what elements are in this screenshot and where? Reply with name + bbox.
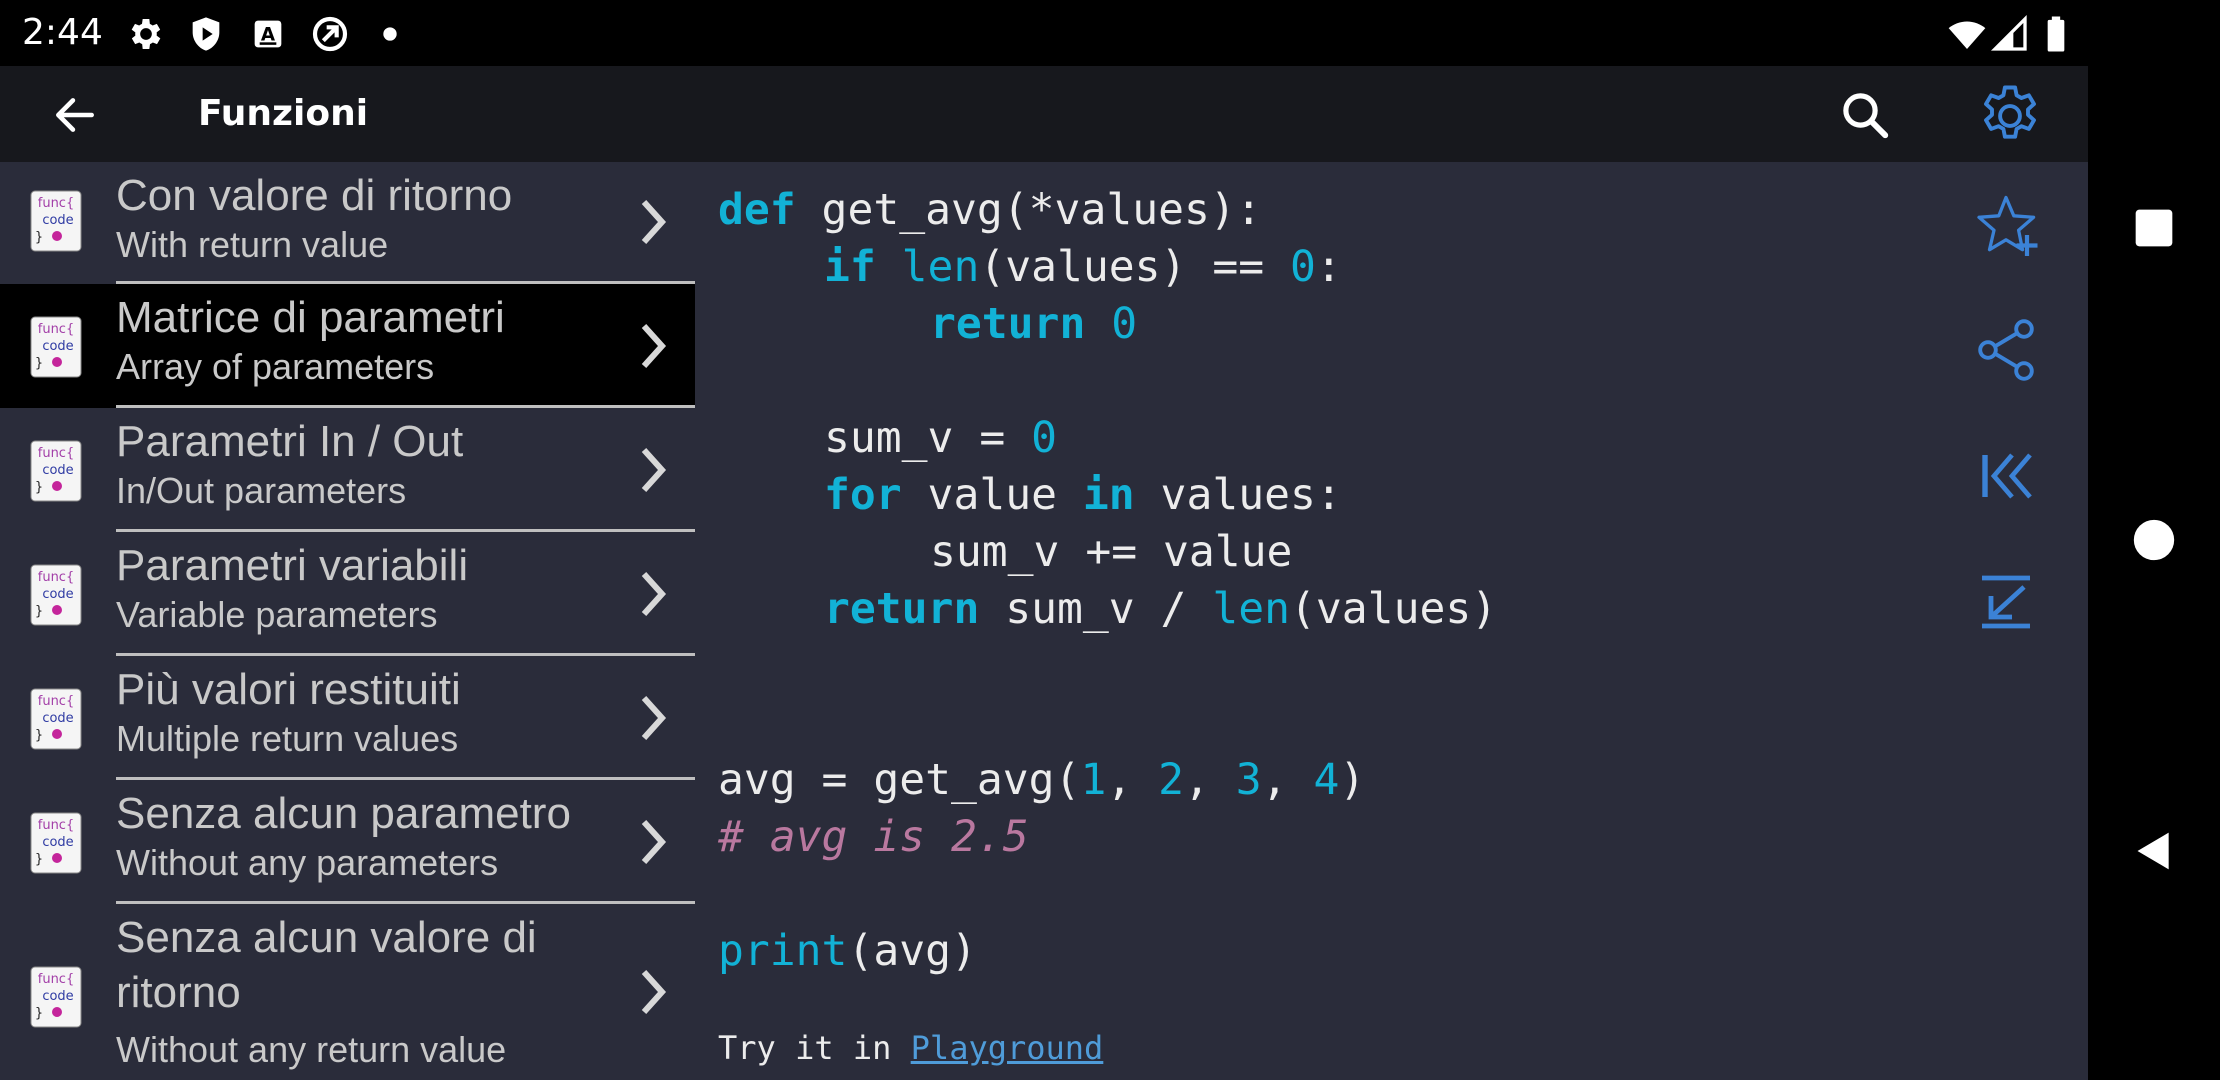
topic-list: func{ code } Con valore di ritorno With … — [0, 162, 695, 1080]
topic-title: Senza alcun parametro — [116, 789, 571, 838]
topic-subtitle: Without any return value — [116, 1029, 507, 1070]
svg-text:code: code — [42, 587, 73, 602]
topic-title: Parametri variabili — [116, 541, 469, 590]
code-line: def get_avg(*values): — [718, 185, 1262, 235]
code-line: return sum_v / len(values) — [824, 584, 1498, 634]
page-title: Funzioni — [198, 93, 369, 134]
func-code-icon: func{ code } — [30, 966, 82, 1028]
try-it-line: Try it in Playground — [718, 1029, 1104, 1067]
func-code-icon: func{ code } — [30, 564, 82, 626]
topic-title: Senza alcun valore di ritorno — [116, 913, 537, 1017]
topic-title: Matrice di parametri — [116, 293, 505, 342]
svg-text:code: code — [42, 835, 73, 850]
topic-title: Con valore di ritorno — [116, 171, 513, 220]
func-code-icon: func{ code } — [30, 440, 82, 502]
svg-text:func{: func{ — [38, 694, 74, 709]
code-line: print(avg) — [718, 926, 977, 976]
system-nav-bar — [2088, 0, 2220, 1080]
svg-text:}: } — [35, 356, 43, 371]
signal-icon — [1990, 14, 2027, 51]
topic-title: Più valori restituiti — [116, 665, 461, 714]
chevron-right-icon — [641, 969, 667, 1015]
svg-text:func{: func{ — [38, 570, 74, 585]
svg-text:code: code — [42, 989, 73, 1004]
topic-item-array-of-parameters[interactable]: func{ code } Matrice di parametri Array … — [0, 284, 695, 408]
dot-icon — [383, 27, 397, 41]
topic-item-with-return-value[interactable]: func{ code } Con valore di ritorno With … — [0, 162, 695, 284]
sync-icon — [312, 16, 348, 52]
svg-text:func{: func{ — [38, 818, 74, 833]
star-add-icon[interactable] — [1970, 190, 2042, 262]
chevron-right-icon — [641, 695, 667, 741]
topic-item-without-any-return-value[interactable]: func{ code } Senza alcun valore di ritor… — [0, 904, 695, 1080]
code-line: for value in values: — [824, 470, 1342, 520]
settings-icon — [131, 19, 161, 49]
func-code-icon: func{ code } — [30, 190, 82, 252]
topic-subtitle: Array of parameters — [116, 346, 435, 387]
topic-title: Parametri In / Out — [116, 417, 464, 466]
shield-play-icon — [192, 17, 220, 51]
collapse-icon[interactable] — [1970, 566, 2042, 638]
status-bar: 2:44 A — [0, 0, 2088, 66]
content-area: func{ code } Con valore di ritorno With … — [0, 162, 2088, 1080]
chevron-right-icon — [641, 323, 667, 369]
svg-text:func{: func{ — [38, 322, 74, 337]
svg-text:func{: func{ — [38, 196, 74, 211]
svg-text:}: } — [35, 1006, 43, 1021]
chevron-right-icon — [641, 199, 667, 245]
back-triangle-icon[interactable] — [2132, 826, 2176, 876]
chevron-right-icon — [641, 819, 667, 865]
battery-icon — [2047, 16, 2065, 52]
gear-icon[interactable] — [1974, 80, 2046, 152]
code-line: if len(values) == 0: — [824, 242, 1342, 292]
func-code-icon: func{ code } — [30, 316, 82, 378]
playground-link[interactable]: Playground — [911, 1029, 1104, 1067]
svg-text:}: } — [35, 230, 43, 245]
status-time: 2:44 — [22, 12, 103, 53]
chevron-right-icon — [641, 571, 667, 617]
svg-text:func{: func{ — [38, 446, 74, 461]
svg-text:code: code — [42, 339, 73, 354]
topic-item-variable-parameters[interactable]: func{ code } Parametri variabili Variabl… — [0, 532, 695, 656]
chevron-right-icon — [641, 447, 667, 493]
code-comment: # avg is 2.5 — [718, 812, 1029, 862]
app-toolbar: Funzioni — [0, 66, 2088, 162]
topic-item-in-out-parameters[interactable]: func{ code } Parametri In / Out In/Out p… — [0, 408, 695, 532]
code-viewer: def get_avg(*values): if len(values) == … — [718, 162, 1938, 1080]
svg-text:func{: func{ — [38, 972, 74, 987]
share-icon[interactable] — [1970, 314, 2042, 386]
code-line: return 0 — [930, 299, 1138, 349]
svg-text:code: code — [42, 711, 73, 726]
topic-item-multiple-return-values[interactable]: func{ code } Più valori restituiti Multi… — [0, 656, 695, 780]
arrow-left-icon[interactable] — [50, 90, 100, 140]
svg-text:}: } — [35, 604, 43, 619]
topic-subtitle: Variable parameters — [116, 594, 438, 635]
svg-text:}: } — [35, 480, 43, 495]
topic-subtitle: Without any parameters — [116, 842, 499, 883]
wifi-icon — [1948, 21, 1986, 49]
code-line: sum_v += value — [930, 527, 1293, 577]
svg-text:}: } — [35, 728, 43, 743]
code-line: sum_v = 0 — [824, 413, 1057, 463]
func-code-icon: func{ code } — [30, 812, 82, 874]
topic-item-without-any-parameters[interactable]: func{ code } Senza alcun parametro Witho… — [0, 780, 695, 904]
code-line: avg = get_avg(1, 2, 3, 4) — [718, 755, 1366, 805]
topic-subtitle: Multiple return values — [116, 718, 459, 759]
search-icon[interactable] — [1838, 88, 1892, 142]
recents-square-icon[interactable] — [2132, 206, 2176, 250]
home-circle-icon[interactable] — [2132, 518, 2176, 562]
skip-to-start-icon[interactable] — [1970, 440, 2042, 512]
topic-subtitle: With return value — [116, 224, 389, 265]
font-a-icon: A — [254, 20, 282, 48]
svg-text:}: } — [35, 852, 43, 867]
topic-subtitle: In/Out parameters — [116, 470, 407, 511]
svg-text:code: code — [42, 463, 73, 478]
svg-text:code: code — [42, 213, 73, 228]
func-code-icon: func{ code } — [30, 688, 82, 750]
